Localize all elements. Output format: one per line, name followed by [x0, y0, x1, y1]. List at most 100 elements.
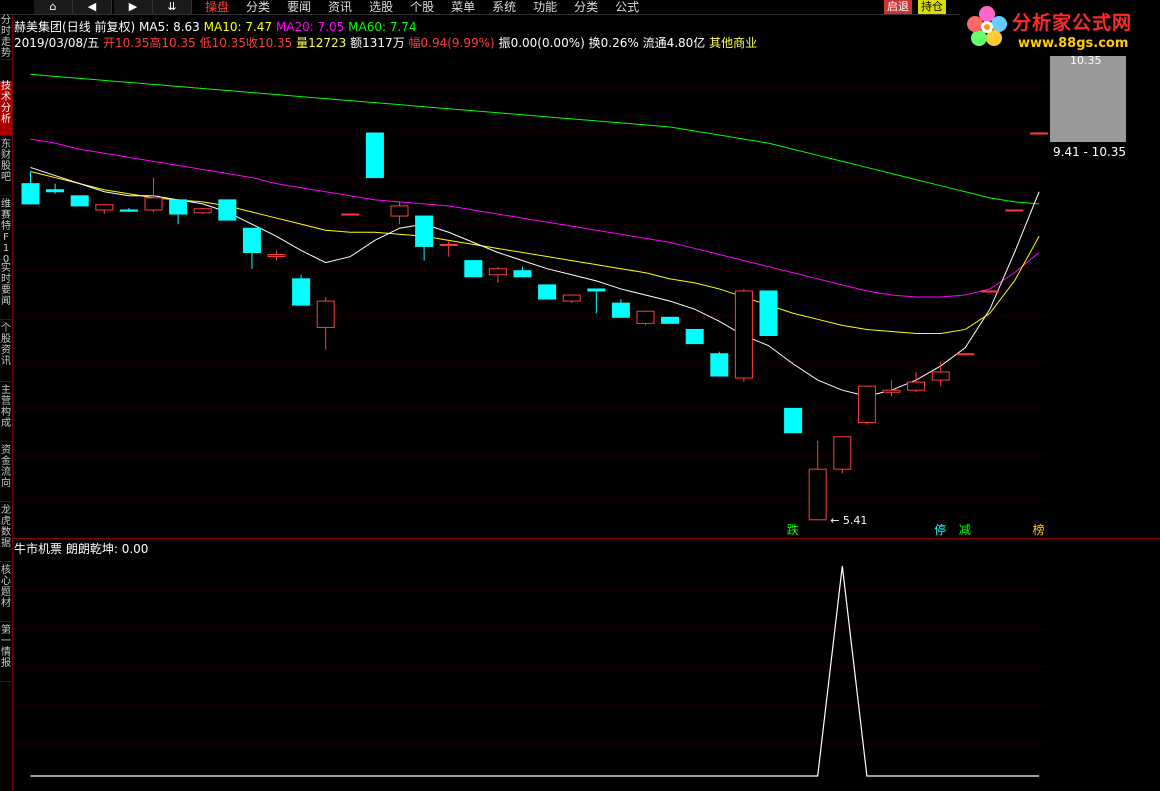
menu-item-fenlei-2[interactable]: 分类: [574, 0, 598, 14]
candle-body: [415, 215, 434, 247]
indicator-value: 朗朗乾坤: 0.00: [65, 542, 149, 556]
candle-body: [292, 278, 311, 306]
candle-body: [538, 284, 557, 300]
candle-body: [439, 243, 458, 246]
price-range-label: 9.41 - 10.35: [1053, 145, 1127, 159]
logo-title: 分析家公式网: [1012, 12, 1133, 34]
candle-body: [759, 290, 778, 337]
indicator-line: [30, 565, 1040, 777]
candle-body: [70, 195, 89, 207]
main-menu: 操盘 分类 要闻 资讯 选股 个股 菜单 系统 功能 分类 公式: [205, 0, 656, 14]
sidebar-item-longhu[interactable]: 龙虎数据: [0, 505, 12, 562]
ma5-label: MA5: 8.63: [139, 20, 200, 34]
sidebar-item-zhuying[interactable]: 主营构成: [0, 385, 12, 442]
candle-body: [611, 302, 630, 318]
sidebar-item-f10[interactable]: 维赛特F10: [0, 199, 12, 265]
forward-icon[interactable]: ▶: [114, 0, 153, 14]
down-icon[interactable]: ⇊: [153, 0, 192, 14]
candle-body: [365, 132, 384, 179]
change-label: 幅0.94(9.99%): [408, 36, 495, 50]
ma10-line: [30, 171, 1040, 334]
candlestick-chart[interactable]: ← 5.41 跌 停减 榜: [12, 50, 1160, 536]
indicator-chart[interactable]: [12, 556, 1160, 784]
candle-body: [242, 227, 261, 253]
candle-body: [95, 204, 114, 211]
candle-body: [661, 316, 680, 324]
sidebar-item-zijin[interactable]: 资金流向: [0, 445, 12, 502]
sidebar-item-fenshi[interactable]: 分时走势: [0, 15, 12, 60]
candle-body: [636, 310, 655, 324]
menu-item-caopan[interactable]: 操盘: [205, 0, 229, 14]
candle-body: [734, 290, 753, 379]
candle-body: [1030, 132, 1049, 135]
menu-item-gegu[interactable]: 个股: [410, 0, 434, 14]
ma-info-line: 赫美集团(日线 前复权) MA5: 8.63 MA10: 7.47 MA20: …: [14, 18, 417, 35]
low-price-annotation: ← 5.41: [830, 514, 867, 527]
quote-info-line: 2019/03/08/五 开10.35高10.35 低10.35收10.35 量…: [14, 34, 757, 51]
candle-body: [316, 300, 335, 328]
candle-body: [464, 260, 483, 278]
candle-body: [710, 353, 729, 377]
candle-body: [513, 270, 532, 278]
sector-label: 其他商业: [709, 36, 758, 50]
candle-body: [956, 353, 975, 356]
candle-body: [808, 468, 827, 521]
candle-body: [784, 407, 803, 434]
candle-body: [169, 199, 188, 215]
candle-body: [21, 183, 40, 205]
stock-name: 赫美集团: [14, 20, 63, 34]
back-icon[interactable]: ◀: [73, 0, 112, 14]
candle-body: [980, 290, 999, 293]
date-label: 2019/03/08/五: [14, 36, 100, 50]
candle-body: [833, 436, 852, 470]
sidebar-item-jishu[interactable]: 技术分析: [0, 81, 12, 136]
amplitude-label: 振0.00(0.00%): [498, 36, 585, 50]
position-button[interactable]: 持仓: [918, 0, 946, 14]
candle-body: [882, 389, 901, 393]
candle-body: [488, 268, 507, 276]
candle-body: [685, 328, 704, 345]
marker-bang: 榜: [1033, 522, 1045, 536]
low-label: 低10.35: [199, 36, 246, 50]
menu-item-fenlei[interactable]: 分类: [246, 0, 270, 14]
high-label: 高10.35: [149, 36, 196, 50]
exit-button[interactable]: 启退: [884, 0, 912, 14]
menu-item-zixun[interactable]: 资讯: [328, 0, 352, 14]
sidebar-item-ticai[interactable]: 核心题材: [0, 565, 12, 622]
flower-logo-icon: [967, 6, 1007, 46]
candle-body: [907, 381, 926, 391]
candle-body: [119, 209, 138, 212]
sidebar-item-guba[interactable]: 东财股吧: [0, 139, 12, 196]
sidebar-item-qingbao[interactable]: 第一情报: [0, 625, 12, 682]
menu-item-xuangu[interactable]: 选股: [369, 0, 393, 14]
sidebar-item-zixun[interactable]: 个股资讯: [0, 323, 12, 382]
menu-item-gongneng[interactable]: 功能: [533, 0, 557, 14]
panel-divider[interactable]: [12, 538, 1160, 539]
menu-item-xitong[interactable]: 系统: [492, 0, 516, 14]
logo-url[interactable]: www.88gs.com: [1018, 36, 1128, 51]
candle-body: [931, 371, 950, 381]
candle-body: [218, 199, 237, 221]
candle-body: [144, 197, 163, 211]
period-label: (日线 前复权): [62, 20, 136, 34]
ma20-label: MA20: 7.05: [275, 20, 345, 34]
candle-body: [587, 288, 606, 292]
candle-body: [46, 189, 65, 193]
ma60-line: [30, 73, 1040, 205]
candle-body: [1005, 209, 1024, 212]
marker-die: 跌: [787, 522, 799, 536]
price-panel-top: 10.35: [1070, 54, 1102, 67]
sidebar-item-yaowen[interactable]: 实时要闻: [0, 263, 12, 320]
volume-label: 量12723: [296, 36, 347, 50]
candle-body: [341, 213, 360, 216]
menu-item-gongshi[interactable]: 公式: [615, 0, 639, 14]
home-icon[interactable]: ⌂: [34, 0, 73, 14]
candle-body: [857, 385, 876, 424]
menu-item-caidan[interactable]: 菜单: [451, 0, 475, 14]
open-label: 开10.35: [103, 36, 150, 50]
float-label: 流通4.80亿: [642, 36, 706, 50]
close-label: 收10.35: [245, 36, 293, 50]
candle-body: [193, 208, 212, 214]
menu-item-yaowen[interactable]: 要闻: [287, 0, 311, 14]
candle-body: [267, 254, 286, 258]
